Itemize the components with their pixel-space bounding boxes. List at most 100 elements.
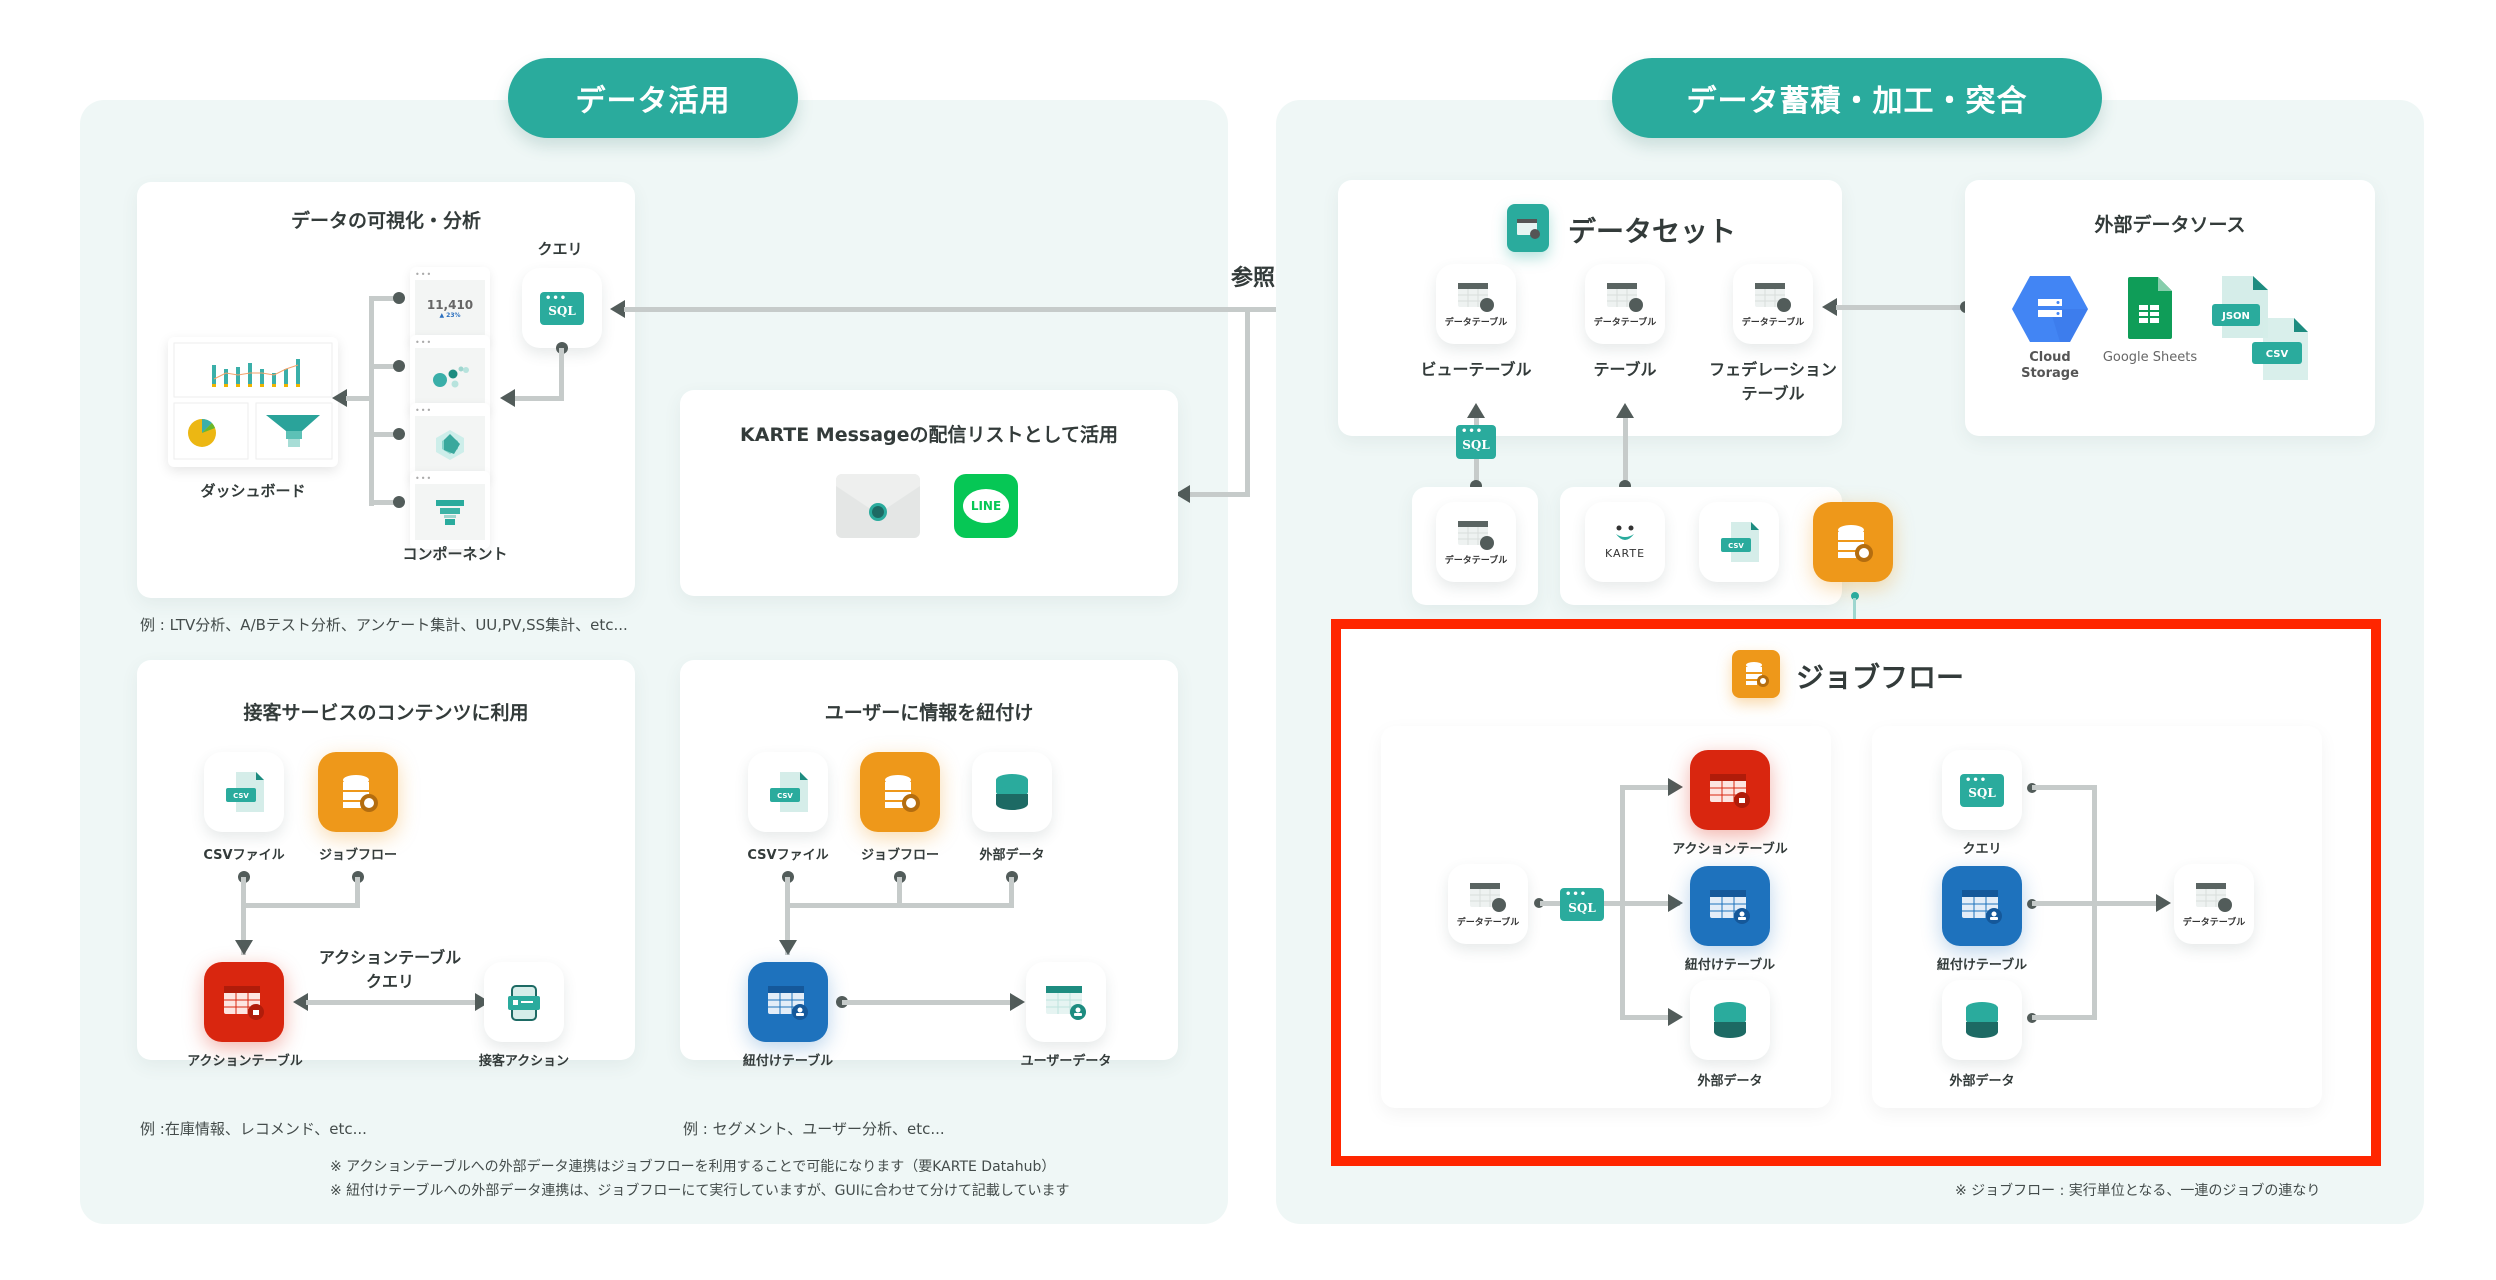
- arrow-to-components: [500, 389, 515, 407]
- karte-label: KARTE: [1604, 547, 1646, 560]
- cloud-storage-label-1: Cloud: [2029, 350, 2071, 365]
- customer-action-tile[interactable]: [484, 962, 564, 1042]
- connector: [2032, 785, 2097, 790]
- csv-file-icon: CSV: [226, 772, 264, 812]
- funnel-icon: [436, 500, 464, 525]
- jobflow-source-tile[interactable]: [1813, 502, 1893, 582]
- connector-dot: [393, 292, 405, 304]
- arrow-to-user-data: [1010, 993, 1025, 1011]
- radar-chart-component[interactable]: •••: [410, 403, 490, 481]
- bubble-chart-icon: [433, 366, 469, 388]
- service-example-note: 例 :在庫情報、レコメンド、etc...: [140, 1120, 367, 1138]
- jf-linked-table-label: 紐付けテーブル: [1684, 958, 1776, 973]
- query-label: クエリ: [537, 240, 583, 258]
- jobflow-tile[interactable]: [318, 752, 398, 832]
- kpi-value: 11,410: [426, 297, 474, 312]
- query-tile[interactable]: ••• SQL: [522, 268, 602, 348]
- tile-caption: データテーブル: [1593, 317, 1657, 328]
- view-table-label: ビューテーブル: [1420, 360, 1532, 379]
- sql-icon: ••• SQL: [540, 291, 584, 325]
- funnel-component[interactable]: •••: [410, 471, 490, 549]
- view-table-tile[interactable]: データテーブル: [1436, 264, 1516, 344]
- jf-linked-table-source-tile[interactable]: [1942, 866, 2022, 946]
- federation-table-tile[interactable]: データテーブル: [1733, 264, 1813, 344]
- linked-table-icon: [768, 986, 808, 1020]
- jf-query-label: クエリ: [1962, 842, 2002, 857]
- connector: [559, 348, 564, 400]
- table-tile[interactable]: データテーブル: [1585, 264, 1665, 344]
- arrow-external-to-dataset: [1822, 298, 1837, 316]
- jf-output-datatable-tile[interactable]: データテーブル: [2174, 864, 2254, 944]
- arrow-reference-to-query: [610, 300, 625, 318]
- csv-file-label: CSVファイル: [747, 848, 829, 863]
- user-link-card-title: ユーザーに情報を紐付け: [824, 702, 1034, 724]
- connector: [2032, 901, 2162, 906]
- connector: [346, 396, 370, 401]
- csv-file-icon: CSV: [770, 772, 808, 812]
- jf-linked-table-tile[interactable]: [1690, 866, 1770, 946]
- jf-external-data-source-tile[interactable]: [1942, 980, 2022, 1060]
- dashboard-thumbnail[interactable]: [168, 337, 338, 467]
- karte-logo-icon: [1616, 525, 1634, 540]
- csv-file-icon: CSV: [1721, 522, 1759, 562]
- email-icon[interactable]: [836, 474, 920, 538]
- arrow-to-view-table: [1467, 403, 1485, 418]
- tile-caption: データテーブル: [1444, 317, 1508, 328]
- line-icon[interactable]: LINE: [954, 474, 1018, 538]
- dataset-title: データセット: [1568, 215, 1737, 248]
- components-label: コンポーネント: [402, 545, 508, 563]
- database-clock-icon: [1838, 525, 1873, 562]
- connector: [1620, 1015, 1670, 1020]
- dashboard-label: ダッシュボード: [200, 482, 306, 500]
- jf-action-table-tile[interactable]: [1690, 750, 1770, 830]
- jf-source-datatable-tile[interactable]: データテーブル: [1448, 864, 1528, 944]
- arrow-to-external-data: [1668, 1008, 1683, 1026]
- google-sheets-icon[interactable]: [2126, 277, 2172, 339]
- linked-table-label: 紐付けテーブル: [742, 1054, 834, 1069]
- connector: [1620, 785, 1625, 1020]
- window-dots-icon: •••: [415, 270, 433, 279]
- json-csv-files-icon[interactable]: JSON CSV: [2208, 274, 2318, 384]
- jobflow-icon: [1732, 650, 1780, 698]
- source-datatable-tile[interactable]: データテーブル: [1436, 502, 1516, 582]
- reference-connector: [1190, 492, 1250, 497]
- sql-icon: ••• SQL: [1960, 773, 2004, 807]
- arrow-to-action-table: [235, 940, 253, 955]
- user-example-note: 例 : セグメント、ユーザー分析、etc...: [683, 1120, 945, 1138]
- action-query-caption-2: クエリ: [365, 972, 414, 991]
- jf-external-data-tile[interactable]: [1690, 980, 1770, 1060]
- external-data-label: 外部データ: [979, 848, 1045, 863]
- window-dots-icon: •••: [415, 474, 433, 483]
- action-table-label: アクションテーブル: [187, 1054, 303, 1069]
- cloud-storage-icon[interactable]: [2010, 274, 2090, 344]
- jobflow-note: ※ ジョブフロー : 実行単位となる、一連のジョブの連なり: [1955, 1183, 2321, 1199]
- arrow-to-output-datatable: [2156, 894, 2171, 912]
- connector-dot: [393, 360, 405, 372]
- data-table-icon: [1458, 520, 1494, 550]
- service-card-title: 接客サービスのコンテンツに利用: [243, 702, 529, 724]
- connector-dot: [393, 428, 405, 440]
- reference-connector: [1245, 307, 1250, 497]
- database-clock-icon: [343, 775, 378, 812]
- bubble-chart-component[interactable]: •••: [410, 335, 490, 413]
- karte-tile[interactable]: KARTE: [1585, 502, 1665, 582]
- action-table-icon: [1710, 774, 1750, 808]
- data-table-icon: [1755, 282, 1791, 312]
- connector: [515, 396, 564, 401]
- linked-table-tile[interactable]: [748, 962, 828, 1042]
- external-data-tile[interactable]: [972, 752, 1052, 832]
- jf-query-tile[interactable]: ••• SQL: [1942, 750, 2022, 830]
- action-table-tile[interactable]: [204, 962, 284, 1042]
- user-data-tile[interactable]: [1026, 962, 1106, 1042]
- csv-source-tile[interactable]: CSV: [1699, 502, 1779, 582]
- linked-table-icon: [1710, 890, 1750, 924]
- data-table-icon: [1607, 282, 1643, 312]
- federation-table-label-2: テーブル: [1741, 384, 1805, 403]
- federation-table-label-1: フェデレーション: [1709, 360, 1837, 379]
- jobflow-tile[interactable]: [860, 752, 940, 832]
- csv-file-tile[interactable]: CSV: [204, 752, 284, 832]
- json-csv-docs: JSON CSV: [2212, 276, 2308, 380]
- envelope-flap-icon: [836, 474, 920, 521]
- kpi-component[interactable]: ••• 11,410 ▲ 23%: [410, 267, 490, 345]
- csv-file-tile[interactable]: CSV: [748, 752, 828, 832]
